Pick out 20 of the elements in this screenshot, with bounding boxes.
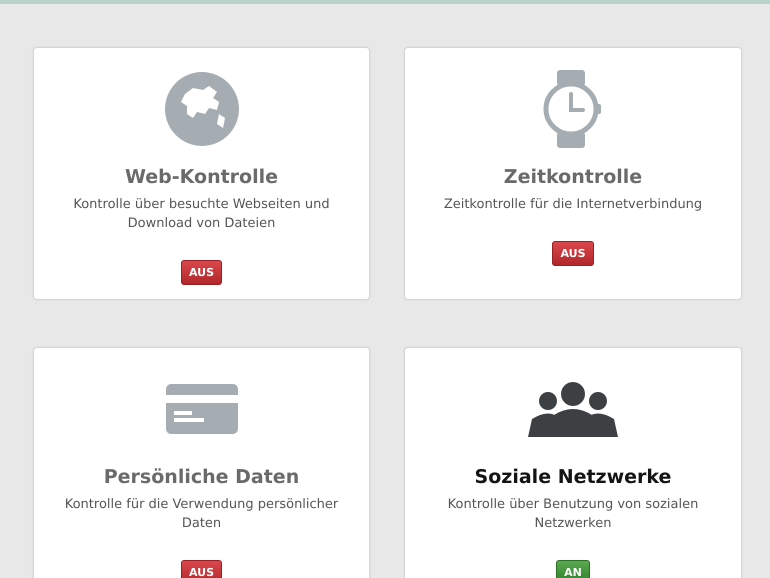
- card-icon: [166, 384, 238, 434]
- card-description: Kontrolle über besuchte Webseiten und Download von Dateien: [72, 196, 331, 233]
- status-toggle[interactable]: AN: [556, 560, 590, 578]
- card-title: Zeitkontrolle: [504, 166, 642, 188]
- card-title: Soziale Netzwerke: [474, 466, 672, 488]
- globe-icon: [162, 70, 240, 148]
- status-toggle[interactable]: AUS: [180, 260, 222, 285]
- watch-icon: [543, 68, 603, 150]
- status-toggle[interactable]: AUS: [180, 560, 222, 578]
- card-description: Zeitkontrolle für die Internetverbindung: [442, 196, 704, 214]
- card-description: Kontrolle über Benutzung von sozialen Netzwerken: [446, 496, 700, 533]
- feature-card[interactable]: Zeitkontrolle Zeitkontrolle für die Internetverbindung AUS: [404, 47, 742, 300]
- status-toggle[interactable]: AUS: [552, 241, 594, 266]
- feature-card[interactable]: Web-Kontrolle Kontrolle über besuchte Webseiten und Download von Dateien AUS: [33, 47, 370, 300]
- feature-card[interactable]: Soziale Netzwerke Kontrolle über Benutzung von sozialen Netzwerken AN: [404, 347, 742, 578]
- feature-card[interactable]: Persönliche Daten Kontrolle für die Verwendung persönlicher Daten AUS: [33, 347, 370, 578]
- card-description: Kontrolle für die Verwendung persönlicher Daten: [64, 496, 340, 533]
- card-title: Persönliche Daten: [104, 466, 300, 488]
- card-title: Web-Kontrolle: [124, 166, 278, 188]
- people-icon: [528, 381, 618, 437]
